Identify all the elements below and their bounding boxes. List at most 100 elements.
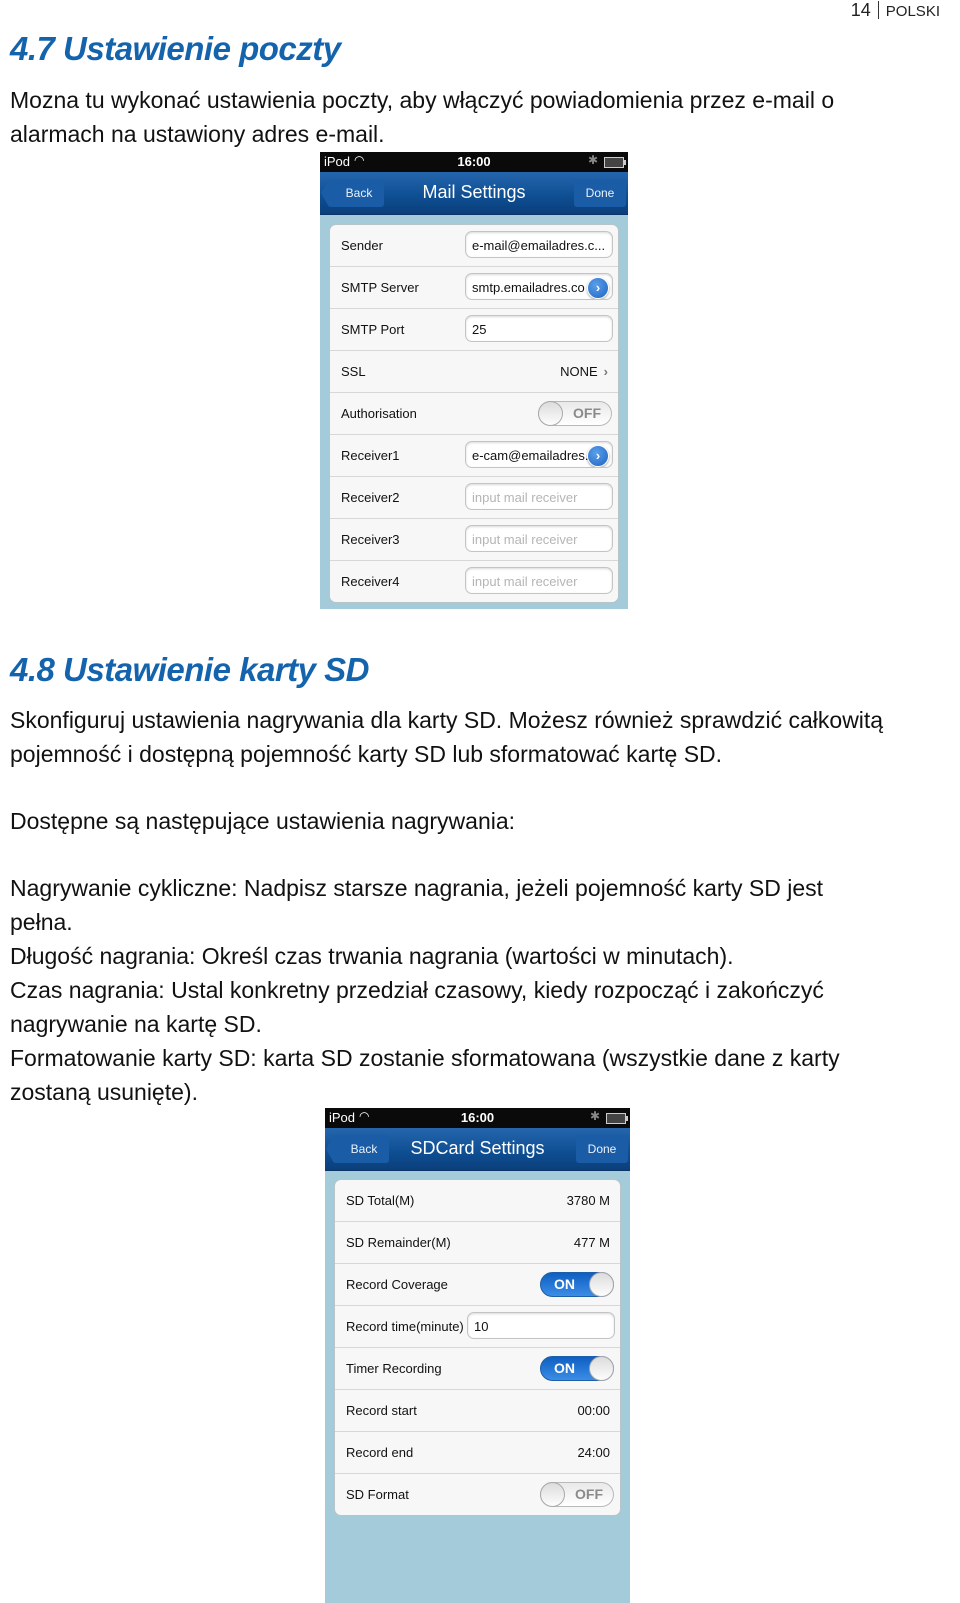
record-start-value[interactable]: 00:00 xyxy=(577,1403,610,1418)
sender-label: Sender xyxy=(341,238,383,253)
mail-settings-screenshot: iPod ◠ 16:00 ✱ Back Mail Settings Done S… xyxy=(320,152,628,609)
sdcard-settings-screenshot: iPod ◠ 16:00 ✱ Back SDCard Settings Done… xyxy=(325,1108,630,1603)
sd-remainder-value: 477 M xyxy=(573,1235,610,1250)
smtp-port-input[interactable]: 25 xyxy=(465,315,613,342)
mail-settings-group: Sender e-mail@emailadres.c... SMTP Serve… xyxy=(329,224,619,603)
battery-icon xyxy=(606,1113,628,1124)
sdcard-settings-group: SD Total(M) 3780 M SD Remainder(M) 477 M… xyxy=(334,1179,621,1516)
row-receiver4: Receiver4 input mail receiver xyxy=(330,561,618,602)
sender-input[interactable]: e-mail@emailadres.c... xyxy=(465,231,613,258)
sd-desc-line: Długość nagrania: Określ czas trwania na… xyxy=(10,943,734,969)
sd-desc-line: pełna. xyxy=(10,909,73,935)
nav-bar: Back Mail Settings Done xyxy=(320,172,628,215)
record-time-input[interactable]: 10 xyxy=(467,1312,615,1339)
sd-available-heading: Dostępne są następujące ustawienia nagry… xyxy=(10,808,516,834)
mail-intro-line1: Mozna tu wykonać ustawienia poczty, aby … xyxy=(10,87,835,113)
header-divider xyxy=(877,1,879,19)
sd-intro-line2: pojemność i dostępną pojemność karty SD … xyxy=(10,741,723,767)
row-sender: Sender e-mail@emailadres.c... xyxy=(330,225,618,267)
bluetooth-icon: ✱ xyxy=(587,153,598,167)
toggle-knob xyxy=(540,1482,565,1507)
row-authorisation: Authorisation OFF xyxy=(330,393,618,435)
sd-intro-line1: Skonfiguruj ustawienia nagrywania dla ka… xyxy=(10,707,884,733)
sd-desc-line: nagrywanie na kartę SD. xyxy=(10,1011,262,1037)
smtp-server-label: SMTP Server xyxy=(341,280,419,295)
timer-recording-toggle[interactable]: ON xyxy=(540,1356,614,1381)
sd-intro: Skonfiguruj ustawienia nagrywania dla ka… xyxy=(10,703,955,771)
receiver4-input[interactable]: input mail receiver xyxy=(465,567,613,594)
timer-recording-label: Timer Recording xyxy=(346,1361,442,1376)
sd-format-label: SD Format xyxy=(346,1487,409,1502)
mail-intro-line2: alarmach na ustawiony adres e-mail. xyxy=(10,121,385,147)
row-timer-recording: Timer Recording ON xyxy=(335,1348,620,1390)
receiver2-input[interactable]: input mail receiver xyxy=(465,483,613,510)
receiver4-label: Receiver4 xyxy=(341,574,400,589)
bluetooth-icon: ✱ xyxy=(589,1109,600,1123)
status-time: 16:00 xyxy=(457,154,491,169)
section-title-sd: 4.8 Ustawienie karty SD xyxy=(10,651,370,688)
toggle-knob xyxy=(589,1356,614,1381)
record-coverage-label: Record Coverage xyxy=(346,1277,448,1292)
receiver1-value: e-cam@emailadres. xyxy=(472,448,589,463)
row-receiver1: Receiver1 e-cam@emailadres. › xyxy=(330,435,618,477)
row-ssl[interactable]: SSL NONE › xyxy=(330,351,618,393)
row-smtp-server: SMTP Server smtp.emailadres.co › xyxy=(330,267,618,309)
authorisation-label: Authorisation xyxy=(341,406,417,421)
row-record-coverage: Record Coverage ON xyxy=(335,1264,620,1306)
sd-format-toggle[interactable]: OFF xyxy=(540,1482,614,1507)
language-label: POLSKI xyxy=(885,3,940,20)
row-receiver2: Receiver2 input mail receiver xyxy=(330,477,618,519)
toggle-knob xyxy=(538,401,563,426)
sd-desc-line: Formatowanie karty SD: karta SD zostanie… xyxy=(10,1045,840,1071)
authorisation-toggle[interactable]: OFF xyxy=(538,401,612,426)
disclosure-arrow-icon[interactable]: › xyxy=(587,445,609,467)
smtp-port-label: SMTP Port xyxy=(341,322,405,337)
row-smtp-port: SMTP Port 25 xyxy=(330,309,618,351)
status-time: 16:00 xyxy=(460,1110,495,1125)
receiver3-input[interactable]: input mail receiver xyxy=(465,525,613,552)
battery-icon xyxy=(604,157,626,168)
row-sd-remainder: SD Remainder(M) 477 M xyxy=(335,1222,620,1264)
receiver2-label: Receiver2 xyxy=(341,490,400,505)
toggle-state: OFF xyxy=(575,1486,603,1502)
ssl-label: SSL xyxy=(341,364,366,379)
toggle-state: OFF xyxy=(573,405,601,421)
row-receiver3: Receiver3 input mail receiver xyxy=(330,519,618,561)
sd-settings-description: Nagrywanie cykliczne: Nadpisz starsze na… xyxy=(10,871,955,1109)
sd-desc-line: Czas nagrania: Ustal konkretny przedział… xyxy=(10,977,824,1003)
sd-desc-line: zostaną usunięte). xyxy=(10,1079,198,1105)
ssl-value: NONE xyxy=(560,364,598,379)
ssl-selector[interactable]: NONE › xyxy=(560,364,608,379)
sd-remainder-label: SD Remainder(M) xyxy=(346,1235,451,1250)
row-record-time: Record time(minute) 10 xyxy=(335,1306,620,1348)
section-title-mail: 4.7 Ustawienie poczty xyxy=(10,30,341,67)
status-bar: iPod ◠ 16:00 ✱ xyxy=(320,152,628,172)
page-header: 14 POLSKI xyxy=(851,0,940,21)
status-bar: iPod ◠ 16:00 ✱ xyxy=(325,1108,630,1128)
nav-bar: Back SDCard Settings Done xyxy=(325,1128,630,1171)
receiver3-label: Receiver3 xyxy=(341,532,400,547)
row-sd-total: SD Total(M) 3780 M xyxy=(335,1180,620,1222)
receiver1-input[interactable]: e-cam@emailadres. › xyxy=(465,441,613,468)
row-record-end[interactable]: Record end 24:00 xyxy=(335,1432,620,1474)
mail-intro: Mozna tu wykonać ustawienia poczty, aby … xyxy=(10,83,955,151)
done-button[interactable]: Done xyxy=(576,1135,628,1163)
sd-total-label: SD Total(M) xyxy=(346,1193,415,1208)
toggle-knob xyxy=(589,1272,614,1297)
record-time-label: Record time(minute) xyxy=(346,1319,464,1334)
record-coverage-toggle[interactable]: ON xyxy=(540,1272,614,1297)
row-sd-format: SD Format OFF xyxy=(335,1474,620,1515)
toggle-state: ON xyxy=(554,1360,575,1376)
sd-desc-line: Nagrywanie cykliczne: Nadpisz starsze na… xyxy=(10,875,824,901)
sd-total-value: 3780 M xyxy=(566,1193,610,1208)
smtp-server-input[interactable]: smtp.emailadres.co › xyxy=(465,273,613,300)
record-end-label: Record end xyxy=(346,1445,414,1460)
record-end-value[interactable]: 24:00 xyxy=(577,1445,610,1460)
toggle-state: ON xyxy=(554,1276,575,1292)
record-start-label: Record start xyxy=(346,1403,417,1418)
row-record-start[interactable]: Record start 00:00 xyxy=(335,1390,620,1432)
disclosure-arrow-icon[interactable]: › xyxy=(587,277,609,299)
chevron-right-icon: › xyxy=(603,364,608,379)
page-number: 14 xyxy=(850,0,871,20)
done-button[interactable]: Done xyxy=(574,179,626,207)
